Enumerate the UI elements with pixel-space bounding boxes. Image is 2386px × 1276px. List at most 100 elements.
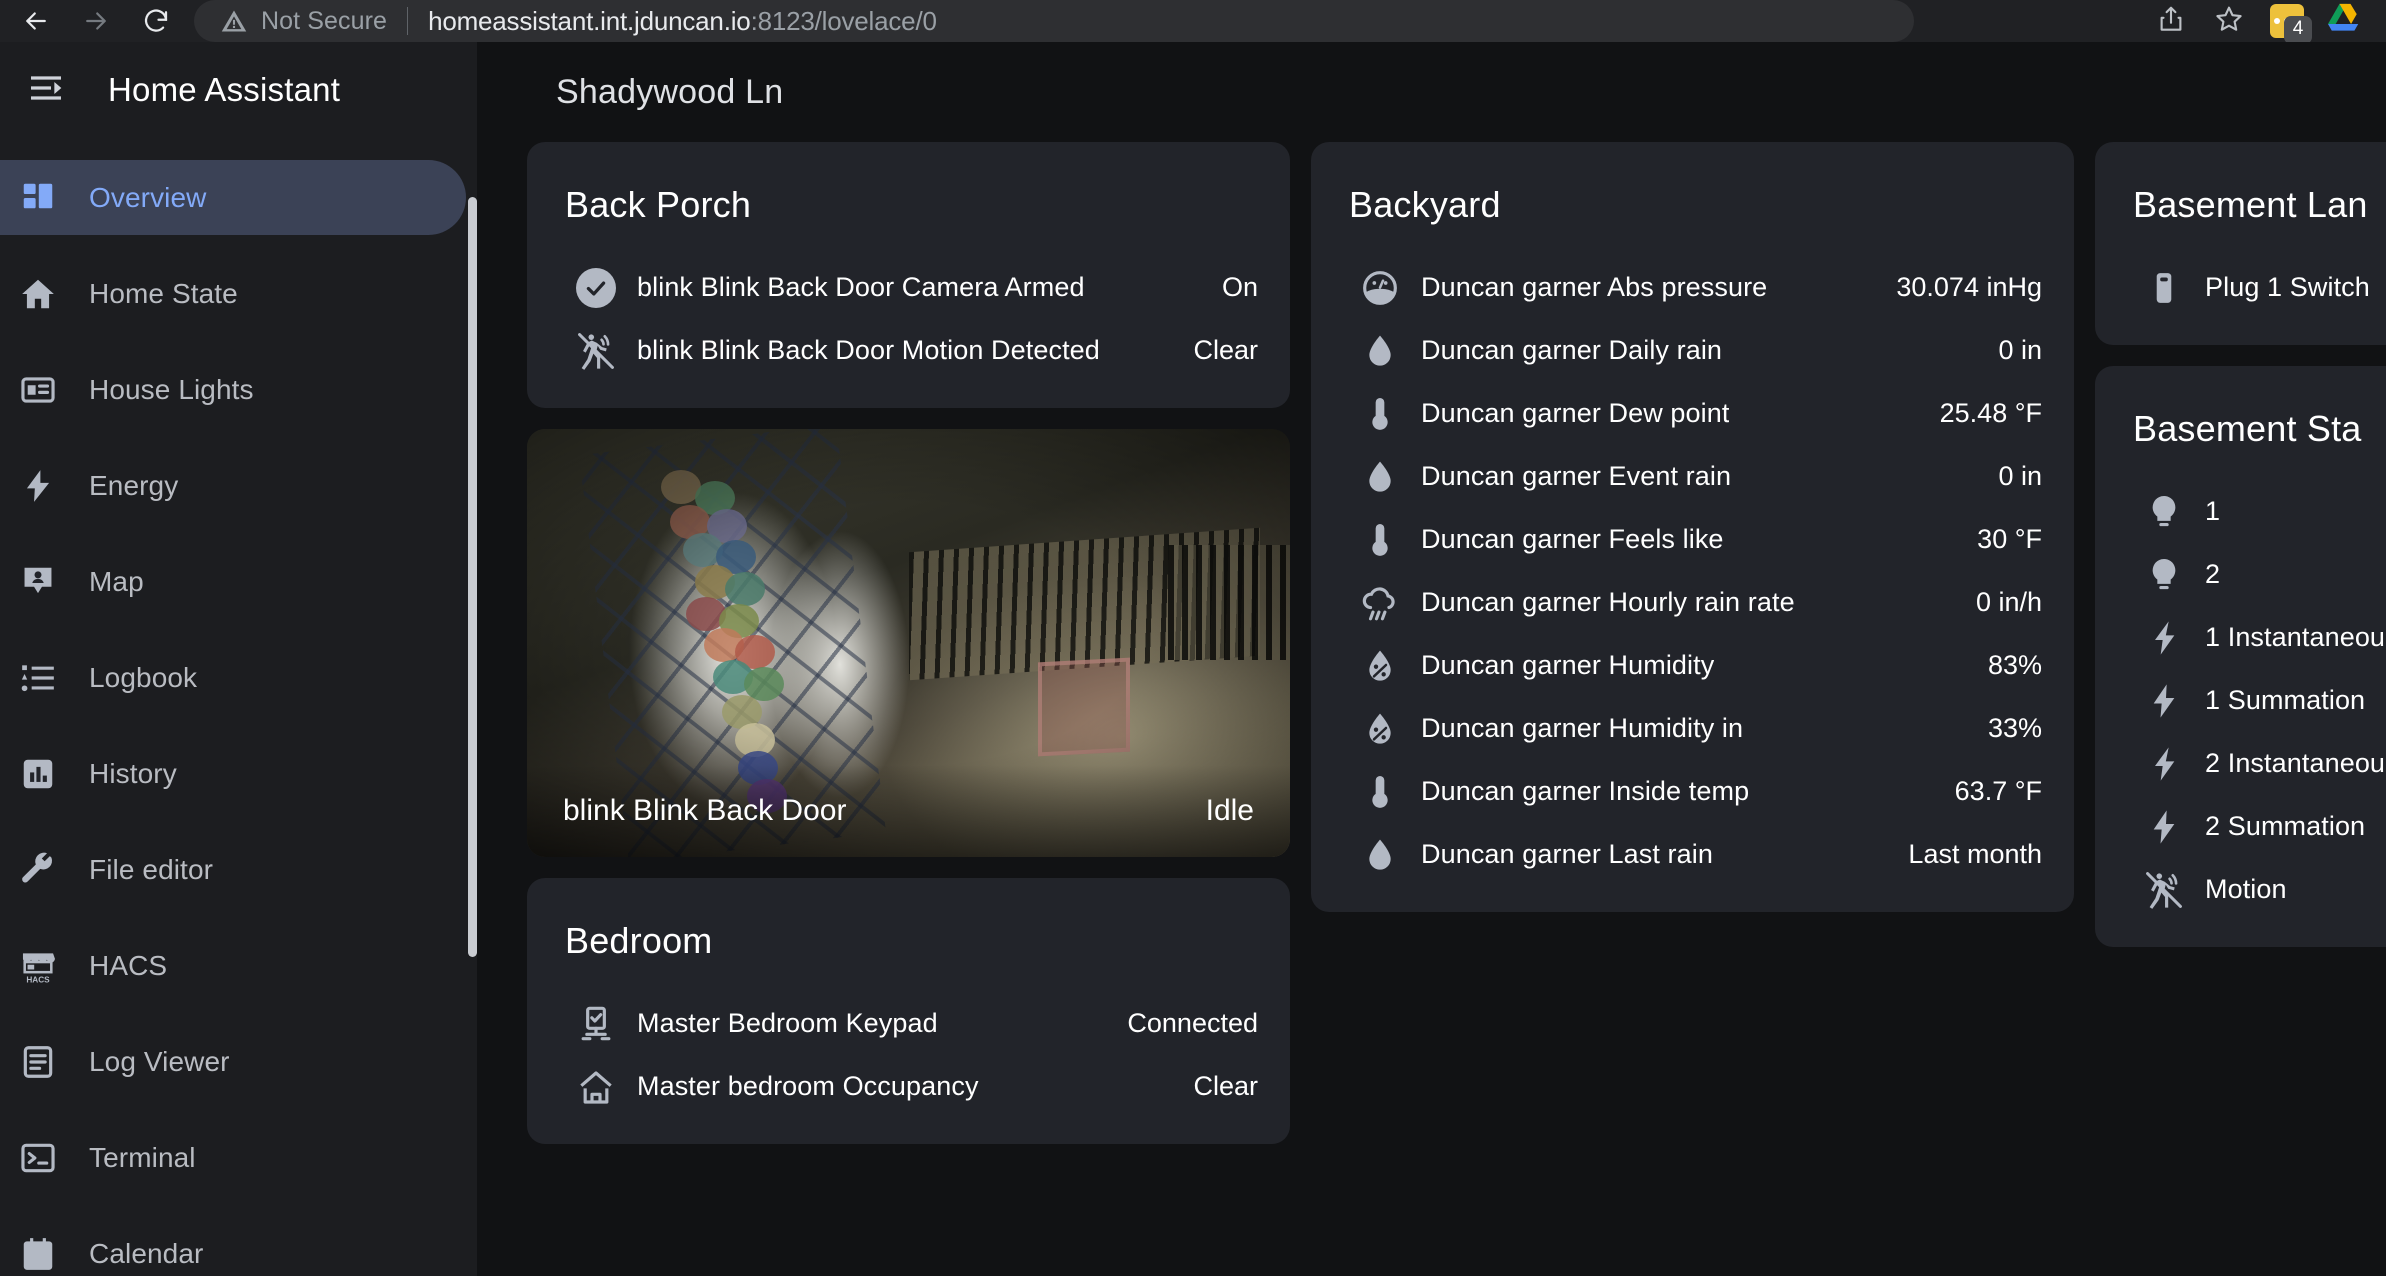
reload-button[interactable] [128, 2, 184, 40]
entity-state[interactable]: On [1198, 272, 1258, 303]
weather-pouring-icon[interactable] [1349, 582, 1411, 624]
home-occupancy-icon[interactable] [565, 1067, 627, 1107]
entity-row[interactable]: Duncan garner Inside temp 63.7 °F [1311, 760, 2074, 823]
forward-button[interactable] [68, 2, 124, 40]
entity-row[interactable]: Duncan garner Last rain Last month [1311, 823, 2074, 886]
sidebar-item-energy[interactable]: Energy [0, 448, 466, 523]
sidebar-item-terminal[interactable]: Terminal [0, 1120, 466, 1195]
entity-name: 2 Instantaneou [2205, 748, 2386, 778]
entity-row[interactable]: Duncan garner Dew point 25.48 °F [1311, 382, 2074, 445]
sidebar-item-history[interactable]: History [0, 736, 466, 811]
entity-row[interactable]: Duncan garner Humidity 83% [1311, 634, 2074, 697]
view-header: Shadywood Ln [477, 42, 2386, 142]
entity-row[interactable]: 1 [2095, 480, 2386, 543]
motion-sensor-off-icon[interactable] [2133, 869, 2195, 911]
entity-state[interactable]: Clear [1169, 1071, 1258, 1102]
power-plug-icon[interactable] [2133, 269, 2195, 307]
entity-row[interactable]: Motion [2095, 858, 2386, 921]
water-icon[interactable] [1349, 331, 1411, 371]
entity-name: Duncan garner Feels like [1421, 524, 1724, 554]
sidebar-item-label: Map [89, 565, 144, 597]
keypad-icon[interactable] [565, 1004, 627, 1044]
share-button[interactable] [2144, 1, 2198, 41]
entity-row[interactable]: Duncan garner Hourly rain rate 0 in/h [1311, 571, 2074, 634]
entity-row[interactable]: 2 Summation [2095, 795, 2386, 858]
map-marker-account-icon [9, 563, 67, 601]
entity-row[interactable]: 2 [2095, 543, 2386, 606]
entity-name: Duncan garner Humidity [1421, 650, 1715, 680]
lightning-bolt-icon[interactable] [2133, 807, 2195, 847]
url-host: homeassistant.int.jduncan.io [428, 5, 751, 36]
entity-row[interactable]: Master Bedroom Keypad Connected [527, 992, 1290, 1055]
sidebar-item-logbook[interactable]: Logbook [0, 640, 466, 715]
sidebar-item-hacs[interactable]: HACS HACS [0, 928, 466, 1003]
entity-row[interactable]: Duncan garner Humidity in 33% [1311, 697, 2074, 760]
entity-row[interactable]: blink Blink Back Door Camera Armed On [527, 256, 1290, 319]
entity-state[interactable]: 83% [1964, 650, 2042, 681]
entity-state[interactable]: 30 °F [1953, 524, 2042, 555]
gauge-icon[interactable] [1349, 268, 1411, 308]
flash-outline-icon[interactable] [2133, 618, 2195, 658]
entity-row[interactable]: Duncan garner Daily rain 0 in [1311, 319, 2074, 382]
entity-state[interactable]: 25.48 °F [1916, 398, 2042, 429]
water-percent-icon[interactable] [1349, 709, 1411, 749]
entity-name: blink Blink Back Door Camera Armed [637, 272, 1085, 302]
entity-state[interactable]: Connected [1103, 1008, 1258, 1039]
lightbulb-icon[interactable] [2133, 555, 2195, 595]
motion-sensor-off-icon[interactable] [565, 330, 627, 372]
entity-rows: blink Blink Back Door Camera Armed On bl… [527, 226, 1290, 382]
svg-text:HACS: HACS [26, 975, 50, 984]
card-backyard: Backyard Duncan garner Abs pressure 30.0… [1311, 142, 2074, 912]
sidebar-item-log-viewer[interactable]: Log Viewer [0, 1024, 466, 1099]
sidebar-item-calendar[interactable]: Calendar [0, 1216, 466, 1276]
entity-state[interactable]: 0 in/h [1952, 587, 2042, 618]
entity-state[interactable]: 30.074 inHg [1872, 272, 2042, 303]
entity-rows: 1 2 1 Instantaneou 1 Summation 2 Instant… [2095, 450, 2386, 921]
water-percent-icon[interactable] [1349, 646, 1411, 686]
card-camera-back-door[interactable]: blink Blink Back Door Idle [527, 429, 1290, 857]
entity-name: Master bedroom Occupancy [637, 1071, 979, 1101]
entity-state[interactable]: 0 in [1974, 335, 2042, 366]
chart-box-icon [9, 755, 67, 793]
entity-state[interactable]: 33% [1964, 713, 2042, 744]
entity-state[interactable]: Last month [1884, 839, 2042, 870]
check-circle-icon[interactable] [565, 267, 627, 308]
entity-row[interactable]: 1 Summation [2095, 669, 2386, 732]
sidebar-item-home-state[interactable]: Home State [0, 256, 466, 331]
entity-state[interactable]: 63.7 °F [1931, 776, 2042, 807]
entity-state[interactable]: Clear [1169, 335, 1258, 366]
star-icon [2213, 3, 2245, 40]
sidebar-item-overview[interactable]: Overview [0, 160, 466, 235]
entity-row[interactable]: Master bedroom Occupancy Clear [527, 1055, 1290, 1118]
entity-row[interactable]: Plug 1 Switch [2095, 256, 2386, 319]
entity-row[interactable]: Duncan garner Abs pressure 30.074 inHg [1311, 256, 2074, 319]
water-icon[interactable] [1349, 835, 1411, 875]
sidebar-item-house-lights[interactable]: House Lights [0, 352, 466, 427]
sidebar-item-file-editor[interactable]: File editor [0, 832, 466, 907]
thermometer-icon[interactable] [1349, 772, 1411, 812]
entity-row[interactable]: 1 Instantaneou [2095, 606, 2386, 669]
entity-row[interactable]: Duncan garner Feels like 30 °F [1311, 508, 2074, 571]
lightbulb-icon[interactable] [2133, 492, 2195, 532]
back-button[interactable] [8, 2, 64, 40]
entity-state[interactable]: 0 in [1974, 461, 2042, 492]
not-secure-warning-icon [220, 7, 248, 35]
entity-row[interactable]: 2 Instantaneou [2095, 732, 2386, 795]
extension-button[interactable]: 4 [2260, 1, 2314, 44]
thermometer-icon[interactable] [1349, 520, 1411, 560]
entity-rows: Duncan garner Abs pressure 30.074 inHg D… [1311, 226, 2074, 886]
water-icon[interactable] [1349, 457, 1411, 497]
flash-outline-icon[interactable] [2133, 744, 2195, 784]
address-bar[interactable]: Not Secure homeassistant.int.jduncan.io:… [194, 0, 1914, 42]
google-drive-button[interactable] [2318, 1, 2372, 41]
lightning-bolt-icon [9, 467, 67, 505]
arrow-left-icon [21, 6, 51, 36]
entity-row[interactable]: Duncan garner Event rain 0 in [1311, 445, 2074, 508]
sidebar-scrollbar[interactable] [468, 197, 477, 957]
lightning-bolt-icon[interactable] [2133, 681, 2195, 721]
sidebar-item-map[interactable]: Map [0, 544, 466, 619]
bookmark-button[interactable] [2202, 1, 2256, 41]
thermometer-icon[interactable] [1349, 394, 1411, 434]
sidebar-collapse-button[interactable] [8, 52, 84, 128]
entity-row[interactable]: blink Blink Back Door Motion Detected Cl… [527, 319, 1290, 382]
